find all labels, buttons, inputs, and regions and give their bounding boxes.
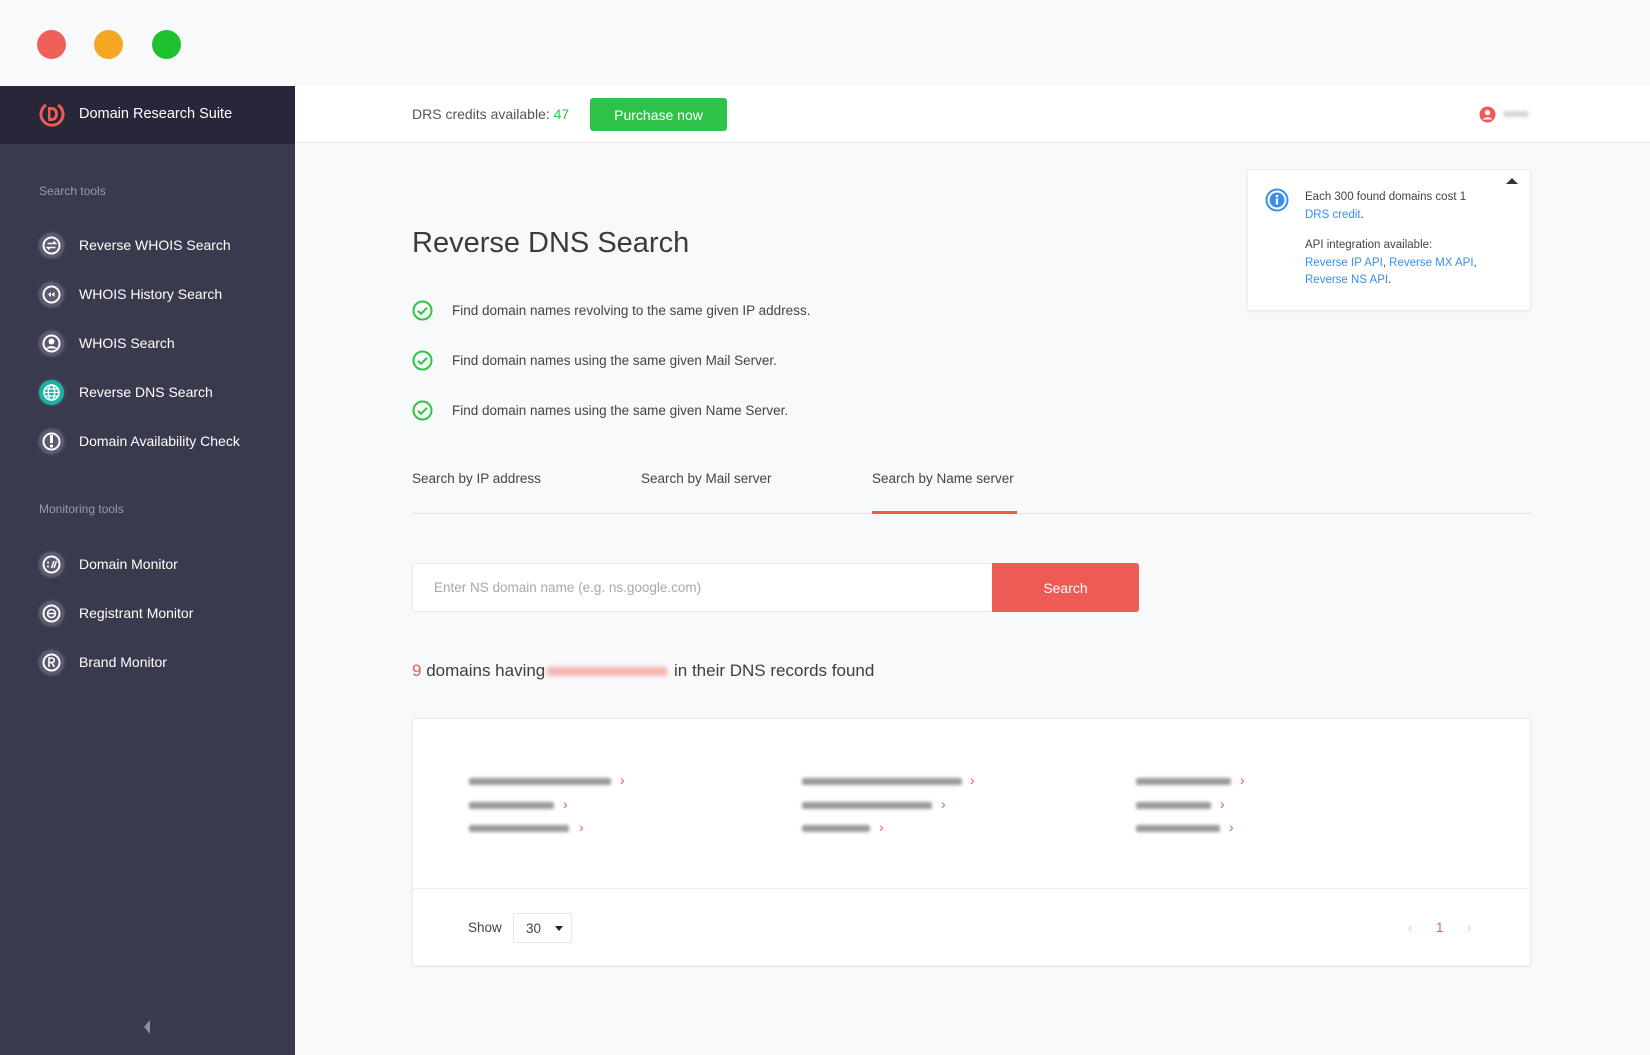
- window-titlebar: [0, 0, 1650, 86]
- redacted-domain: [1136, 778, 1231, 785]
- brand-header[interactable]: Domain Research Suite: [0, 86, 295, 144]
- reverse-ip-api-link[interactable]: Reverse IP API: [1305, 257, 1383, 269]
- api-info: API integration available: Reverse IP AP…: [1305, 239, 1477, 286]
- redacted-query: [547, 667, 668, 677]
- results-suffix: in their DNS records found: [669, 661, 875, 680]
- purchase-now-button[interactable]: Purchase now: [590, 98, 727, 131]
- availability-icon: [39, 429, 64, 454]
- globe-icon: [39, 380, 64, 405]
- reverse-ns-api-link[interactable]: Reverse NS API: [1305, 274, 1388, 286]
- sidebar-item-brand-monitor[interactable]: Brand Monitor: [0, 642, 295, 682]
- check-circle-icon: [412, 300, 433, 321]
- chevron-right-icon: ›: [1220, 796, 1225, 812]
- sidebar-item-domain-availability[interactable]: Domain Availability Check: [0, 421, 295, 461]
- rewind-icon: [39, 282, 64, 307]
- window-maximize-button[interactable]: [152, 30, 181, 59]
- results-summary: 9 domains having in their DNS records fo…: [412, 661, 874, 681]
- next-page-button[interactable]: ›: [1467, 920, 1472, 935]
- cost-text: Each 300 found domains cost 1: [1305, 191, 1467, 203]
- chevron-right-icon: ›: [1240, 772, 1245, 788]
- redacted-domain: [802, 778, 962, 785]
- results-divider: [413, 888, 1530, 889]
- section-title-search-tools: Search tools: [39, 184, 106, 198]
- feature-text: Find domain names using the same given M…: [452, 353, 777, 368]
- sidebar-item-label: Registrant Monitor: [79, 605, 194, 621]
- sidebar-item-domain-monitor[interactable]: Domain Monitor: [0, 544, 295, 584]
- credits-value: 47: [553, 106, 570, 122]
- page-size-select[interactable]: 30: [513, 913, 572, 943]
- drs-credit-link[interactable]: DRS credit: [1305, 209, 1361, 221]
- info-icon: [1265, 188, 1289, 212]
- sidebar-item-reverse-dns[interactable]: Reverse DNS Search: [0, 372, 295, 412]
- check-circle-icon: [412, 400, 433, 421]
- window-close-button[interactable]: [37, 30, 66, 59]
- collapse-info-icon[interactable]: [1506, 178, 1518, 184]
- page-title: Reverse DNS Search: [412, 227, 690, 259]
- search-button[interactable]: Search: [992, 563, 1139, 612]
- redacted-domain: [469, 825, 569, 832]
- cost-info: Each 300 found domains cost 1 DRS credit…: [1305, 191, 1467, 221]
- sidebar-item-whois-history[interactable]: WHOIS History Search: [0, 274, 295, 314]
- sidebar-item-reverse-whois[interactable]: Reverse WHOIS Search: [0, 225, 295, 265]
- tab-ip-address[interactable]: Search by IP address: [412, 471, 541, 486]
- brand-name: Domain Research Suite: [79, 106, 233, 122]
- top-header: DRS credits available: 47 Purchase now: [295, 86, 1650, 143]
- chevron-right-icon: ›: [563, 796, 568, 812]
- section-title-monitoring-tools: Monitoring tools: [39, 502, 124, 516]
- ns-domain-search-input[interactable]: [412, 563, 993, 612]
- sidebar: Domain Research Suite Search tools Rever…: [0, 86, 295, 1055]
- active-tab-indicator: [872, 511, 1017, 514]
- sidebar-item-label: Domain Availability Check: [79, 433, 240, 449]
- page-1-button[interactable]: 1: [1436, 920, 1444, 935]
- sidebar-item-whois-search[interactable]: WHOIS Search: [0, 323, 295, 363]
- feature-text: Find domain names using the same given N…: [452, 403, 789, 418]
- credits-display: DRS credits available: 47: [412, 106, 569, 122]
- sidebar-item-label: WHOIS Search: [79, 335, 175, 351]
- drs-logo-icon: [39, 103, 65, 127]
- redacted-domain: [1136, 825, 1220, 832]
- caret-down-icon: [555, 926, 563, 931]
- sidebar-item-label: Brand Monitor: [79, 654, 167, 670]
- sidebar-item-label: Domain Monitor: [79, 556, 178, 572]
- check-circle-icon: [412, 350, 433, 371]
- sidebar-item-label: Reverse DNS Search: [79, 384, 213, 400]
- sidebar-item-label: WHOIS History Search: [79, 286, 223, 302]
- api-text: API integration available:: [1305, 239, 1433, 251]
- sidebar-item-registrant-monitor[interactable]: Registrant Monitor: [0, 593, 295, 633]
- user-name-redacted[interactable]: [1503, 111, 1529, 117]
- redacted-domain: [802, 825, 870, 832]
- results-card: › › › › › › › › › Show 30 ‹ 1 ›: [412, 718, 1531, 966]
- results-prefix: domains having: [421, 661, 546, 680]
- chevron-right-icon: ›: [879, 819, 884, 835]
- redacted-domain: [1136, 802, 1211, 809]
- redacted-domain: [469, 778, 611, 785]
- reverse-arrows-icon: [39, 233, 64, 258]
- chevron-right-icon: ›: [970, 772, 975, 788]
- registrant-icon: [39, 601, 64, 626]
- prev-page-button[interactable]: ‹: [1408, 920, 1413, 935]
- redacted-domain: [469, 802, 554, 809]
- chevron-right-icon: ›: [1229, 819, 1234, 835]
- window-minimize-button[interactable]: [94, 30, 123, 59]
- show-label: Show: [468, 920, 502, 935]
- page-size-value: 30: [526, 921, 542, 936]
- user-circle-icon: [39, 331, 64, 356]
- feature-text: Find domain names revolving to the same …: [452, 303, 811, 318]
- credits-label: DRS credits available:: [412, 106, 554, 122]
- chevron-right-icon: ›: [941, 796, 946, 812]
- info-box: Each 300 found domains cost 1 DRS credit…: [1247, 169, 1531, 311]
- chevron-right-icon: ›: [620, 772, 625, 788]
- tab-name-server[interactable]: Search by Name server: [872, 471, 1014, 486]
- sidebar-item-label: Reverse WHOIS Search: [79, 237, 231, 253]
- domain-monitor-icon: [39, 552, 64, 577]
- chevron-right-icon: ›: [579, 819, 584, 835]
- redacted-domain: [802, 802, 932, 809]
- tab-mail-server[interactable]: Search by Mail server: [641, 471, 772, 486]
- reverse-mx-api-link[interactable]: Reverse MX API: [1389, 257, 1473, 269]
- registered-icon: [39, 650, 64, 675]
- collapse-sidebar-icon[interactable]: [140, 1018, 154, 1036]
- user-avatar-icon[interactable]: [1479, 106, 1496, 123]
